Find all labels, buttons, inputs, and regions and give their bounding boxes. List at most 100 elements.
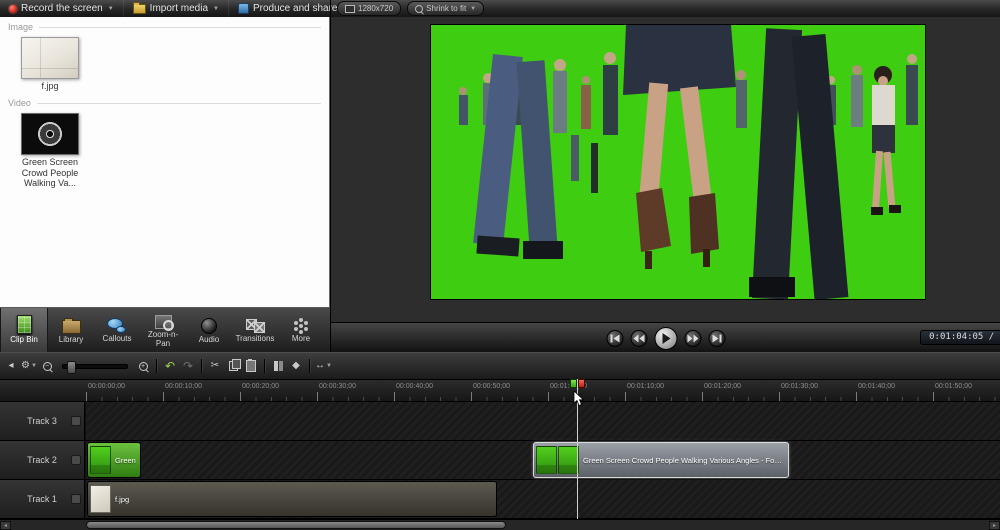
track-3-lane[interactable] [86, 402, 1000, 440]
green-screen-video-frame [431, 25, 925, 299]
marker-button[interactable]: ◆ [288, 358, 304, 374]
ruler-label: 00:01:30;00 [781, 383, 818, 390]
image-caption: f.jpg [41, 81, 59, 91]
undo-icon: ↶ [164, 359, 176, 373]
clip-thumbnail [90, 485, 111, 513]
fast-forward-button[interactable] [684, 330, 701, 347]
import-media-button[interactable]: Import media ▼ [124, 0, 229, 17]
track-row-3: Track 3 [0, 402, 1000, 441]
tab-callouts[interactable]: Callouts [94, 308, 140, 352]
zoom-in-button[interactable]: + [135, 358, 151, 374]
media-item-green-screen-video[interactable]: Green Screen Crowd People Walking Va... [8, 113, 92, 188]
fit-mode-dropdown[interactable]: Shrink to fit ▼ [407, 1, 485, 16]
chevron-down-icon: ▼ [213, 5, 219, 12]
callouts-icon [107, 318, 127, 334]
clip-thumbnail [536, 446, 557, 474]
media-item-fjpg[interactable]: f.jpg [8, 37, 92, 91]
redo-icon: ↷ [182, 359, 194, 373]
tab-library[interactable]: Library [48, 308, 94, 352]
playhead-out-handle[interactable] [578, 379, 585, 388]
scroll-right-button[interactable]: ▸ [989, 521, 1000, 530]
rewind-icon [633, 334, 644, 343]
task-tabs: Clip Bin Library Callouts Zoom-n-Pan Aud… [0, 307, 330, 352]
copy-icon [228, 359, 241, 371]
clip-bin-icon [16, 315, 32, 335]
cut-button[interactable]: ✂ [207, 358, 223, 374]
ruler-label: 00:01:50;00 [935, 383, 972, 390]
timeline-clip[interactable]: f.jpg [87, 481, 497, 517]
record-screen-button[interactable]: Record the screen ▼ [0, 0, 124, 17]
timeline-ruler[interactable]: 00:00:00;00 00:00:10;00 00:00:20;00 00:00:3… [0, 380, 1000, 402]
fit-timeline-button[interactable]: ↔ ▼ [315, 358, 332, 374]
zoom-slider[interactable] [62, 360, 128, 374]
resolution-dropdown[interactable]: 1280x720 [337, 1, 402, 16]
tab-more[interactable]: More [278, 308, 324, 352]
zoom-slider-thumb[interactable] [67, 360, 76, 374]
timeline-options-button[interactable]: ⚙ ▼ [21, 358, 37, 374]
tab-transitions[interactable]: Transitions [232, 308, 278, 352]
redo-button[interactable]: ↷ [180, 358, 196, 374]
jump-to-end-button[interactable] [708, 330, 725, 347]
zoom-out-icon: − [42, 361, 52, 371]
record-screen-label: Record the screen [21, 3, 103, 14]
scissors-icon: ✂ [210, 360, 220, 371]
clip-label: Green Screen Crowd People Walking Variou… [583, 455, 786, 465]
rewind-button[interactable] [630, 330, 647, 347]
tab-label: Library [58, 334, 84, 344]
audio-icon [201, 317, 217, 334]
chevron-down-icon: ▼ [326, 363, 332, 369]
clip-label: Green [115, 455, 136, 465]
split-icon [273, 361, 283, 371]
tab-clip-bin[interactable]: Clip Bin [0, 308, 48, 352]
more-icon [299, 323, 303, 328]
track-toggle-icon[interactable] [71, 455, 81, 465]
ruler-label: 00:00:40;00 [396, 383, 433, 390]
split-button[interactable] [270, 358, 286, 374]
track-name: Track 3 [27, 416, 57, 426]
track-2-lane[interactable]: Green Green Screen Crowd People Walking V… [86, 441, 1000, 479]
track-1-lane[interactable]: f.jpg [86, 480, 1000, 518]
video-canvas[interactable] [431, 25, 925, 299]
playhead-in-handle[interactable] [570, 379, 577, 388]
collapse-timeline-button[interactable]: ◂ [3, 358, 19, 374]
clip-thumbnail [558, 446, 579, 474]
ruler-label: 00:01:20;00 [704, 383, 741, 390]
zoom-out-button[interactable]: − [39, 358, 55, 374]
timeline-clip[interactable]: Green [87, 442, 141, 478]
play-button[interactable] [654, 327, 677, 350]
video-caption: Green Screen Crowd People Walking Va... [21, 157, 79, 189]
preview-toolbar: 1280x720 Shrink to fit ▼ [330, 0, 1000, 17]
import-media-label: Import media [149, 3, 209, 14]
tab-label: Audio [198, 334, 220, 344]
fit-extents-icon: ↔ [315, 360, 325, 371]
ruler-label: 00:00:50;00 [473, 383, 510, 390]
resolution-value: 1280x720 [358, 4, 394, 13]
library-icon [61, 317, 81, 334]
track-toggle-icon[interactable] [71, 416, 81, 426]
image-section-label: Image [8, 22, 34, 32]
main-menu-buttons: Record the screen ▼ Import media ▼ Produ… [0, 0, 359, 17]
scrollbar-thumb[interactable] [86, 521, 506, 529]
timeline-scrollbar[interactable]: ◂ ▸ [0, 519, 1000, 530]
jump-to-start-button[interactable] [606, 330, 623, 347]
tab-audio[interactable]: Audio [186, 308, 232, 352]
playback-controls [606, 327, 725, 350]
track-3-header[interactable]: Track 3 [0, 402, 85, 440]
magnifier-icon [415, 4, 424, 13]
copy-button[interactable] [225, 358, 241, 374]
track-toggle-icon[interactable] [71, 494, 81, 504]
track-name: Track 1 [27, 494, 57, 504]
track-2-header[interactable]: Track 2 [0, 441, 85, 479]
jump-end-icon [712, 334, 721, 343]
timeline-clip[interactable]: Green Screen Crowd People Walking Variou… [533, 442, 789, 478]
tab-label: Zoom-n-Pan [147, 329, 179, 348]
tab-zoom-n-pan[interactable]: Zoom-n-Pan [140, 308, 186, 352]
produce-icon [237, 3, 249, 14]
scroll-left-button[interactable]: ◂ [0, 521, 11, 530]
section-divider [36, 102, 321, 104]
track-1-header[interactable]: Track 1 [0, 480, 85, 518]
paste-button[interactable] [243, 358, 259, 374]
undo-button[interactable]: ↶ [162, 358, 178, 374]
ruler-label: 00:01:10;00 [627, 383, 664, 390]
tab-label: Transitions [235, 333, 275, 343]
